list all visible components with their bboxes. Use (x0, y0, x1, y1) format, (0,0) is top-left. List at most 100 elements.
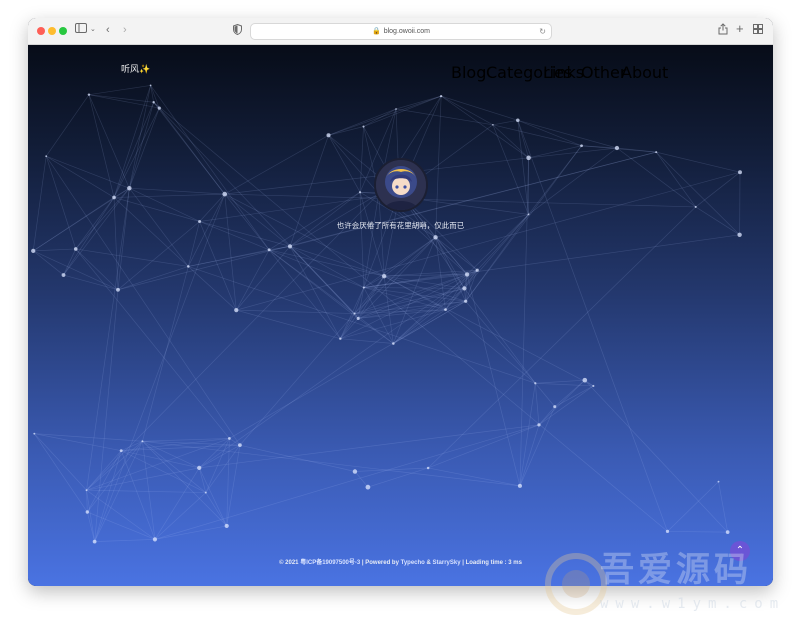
back-icon[interactable]: ‹ (106, 23, 110, 37)
network-node (433, 235, 438, 240)
network-line (117, 188, 130, 290)
network-node (326, 133, 331, 138)
network-line (519, 424, 540, 486)
network-line (45, 156, 241, 446)
network-line (328, 126, 364, 136)
new-tab-icon[interactable]: + (736, 22, 744, 36)
network-node (352, 469, 358, 474)
network-node (33, 432, 36, 435)
forward-icon[interactable]: › (123, 23, 127, 37)
network-node (287, 244, 293, 249)
network-line (441, 95, 518, 121)
network-line (199, 193, 225, 222)
network-line (34, 433, 88, 513)
network-line (75, 248, 189, 267)
network-line (94, 289, 119, 542)
nav-about[interactable]: About (621, 63, 668, 82)
network-node (152, 537, 158, 542)
share-icon[interactable] (718, 23, 728, 39)
network-line (534, 383, 540, 425)
network-line (224, 194, 237, 311)
network-line (34, 433, 143, 442)
network-line (239, 444, 356, 472)
lock-icon: 🔒 (371, 28, 381, 35)
network-node (582, 377, 588, 383)
sidebar-icon[interactable] (75, 23, 87, 37)
browser-window: ⌄ ‹ › 🔒 blog.owoii.com ↻ + 听风✨ Blog Categ… (28, 18, 773, 586)
network-line (33, 248, 76, 252)
network-node (73, 247, 78, 251)
avatar[interactable] (374, 158, 428, 212)
network-node (534, 382, 537, 385)
network-line (113, 197, 119, 290)
chevron-down-icon[interactable]: ⌄ (90, 23, 96, 37)
minimize-window-button[interactable] (48, 27, 56, 35)
nav-links[interactable]: Links (543, 63, 584, 82)
network-line (121, 450, 206, 493)
network-node (204, 491, 207, 494)
network-line (45, 94, 90, 157)
network-line (328, 95, 442, 136)
network-node (592, 384, 595, 387)
network-line (428, 424, 540, 469)
network-line (359, 192, 365, 288)
network-node (580, 144, 583, 148)
network-node (224, 523, 229, 529)
network-node (725, 530, 730, 534)
theme-link[interactable]: StarrySky (433, 560, 461, 566)
network-line (46, 155, 130, 189)
network-node (45, 155, 48, 158)
tabs-overview-icon[interactable] (753, 24, 763, 38)
watermark-title: 吾爱源码 (600, 550, 752, 590)
shield-icon[interactable] (233, 23, 242, 39)
network-line (150, 85, 160, 109)
address-bar[interactable]: 🔒 blog.owoii.com ↻ (250, 23, 552, 40)
network-node (222, 191, 228, 197)
network-line (45, 155, 115, 198)
network-node (61, 273, 66, 277)
typecho-link[interactable]: Typecho (401, 560, 425, 566)
network-line (435, 96, 442, 238)
network-node (87, 93, 91, 96)
network-node (475, 268, 479, 272)
network-node (362, 125, 365, 128)
network-line (86, 441, 143, 491)
network-line (117, 266, 189, 291)
network-node (492, 123, 494, 126)
network-node (527, 213, 530, 216)
network-line (153, 102, 226, 195)
network-node (149, 84, 152, 87)
network-node (267, 248, 271, 252)
particle-network-background (31, 84, 742, 544)
network-line (154, 424, 540, 540)
reload-icon[interactable]: ↻ (539, 24, 546, 39)
network-node (426, 466, 430, 470)
close-window-button[interactable] (37, 27, 45, 35)
network-line (289, 151, 657, 247)
nav-other[interactable]: Other (581, 63, 626, 82)
network-node (464, 299, 468, 303)
network-line (538, 406, 556, 426)
network-node (516, 118, 520, 123)
blog-page: 听风✨ Blog Categories Links Other About 也许… (28, 45, 773, 586)
site-motto: 也许会厌倦了所有花里胡哨，仅此而已 (336, 221, 465, 230)
network-line (519, 406, 556, 487)
network-line (235, 249, 270, 311)
network-line (63, 187, 130, 276)
site-brand[interactable]: 听风✨ (121, 62, 150, 75)
nav-blog[interactable]: Blog (451, 63, 486, 82)
network-line (128, 102, 154, 189)
network-node (127, 185, 132, 191)
icp-link[interactable]: 粤ICP备19097500号-3 (300, 560, 360, 566)
network-node (116, 287, 120, 292)
network-line (328, 135, 361, 193)
network-node (614, 145, 620, 151)
network-line (88, 94, 115, 198)
network-line (129, 187, 225, 195)
network-line (535, 382, 556, 407)
network-line (75, 248, 230, 439)
network-line (718, 481, 728, 533)
network-line (359, 126, 364, 193)
network-line (427, 206, 696, 469)
zoom-window-button[interactable] (59, 27, 67, 35)
